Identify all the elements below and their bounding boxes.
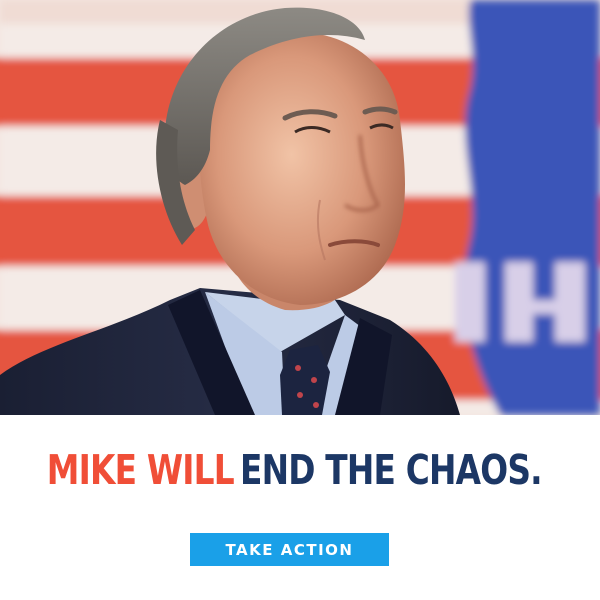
ad-card: MIKE WILL END THE CHAOS. TAKE ACTION xyxy=(0,0,600,600)
hero-photo xyxy=(0,0,600,415)
headline-part2: END THE CHAOS. xyxy=(239,446,543,494)
bottom-panel: MIKE WILL END THE CHAOS. TAKE ACTION xyxy=(0,415,600,600)
take-action-button[interactable]: TAKE ACTION xyxy=(190,533,389,566)
portrait-photo-icon xyxy=(0,0,600,415)
headline: MIKE WILL END THE CHAOS. xyxy=(0,450,600,491)
headline-part1: MIKE WILL xyxy=(46,446,235,494)
